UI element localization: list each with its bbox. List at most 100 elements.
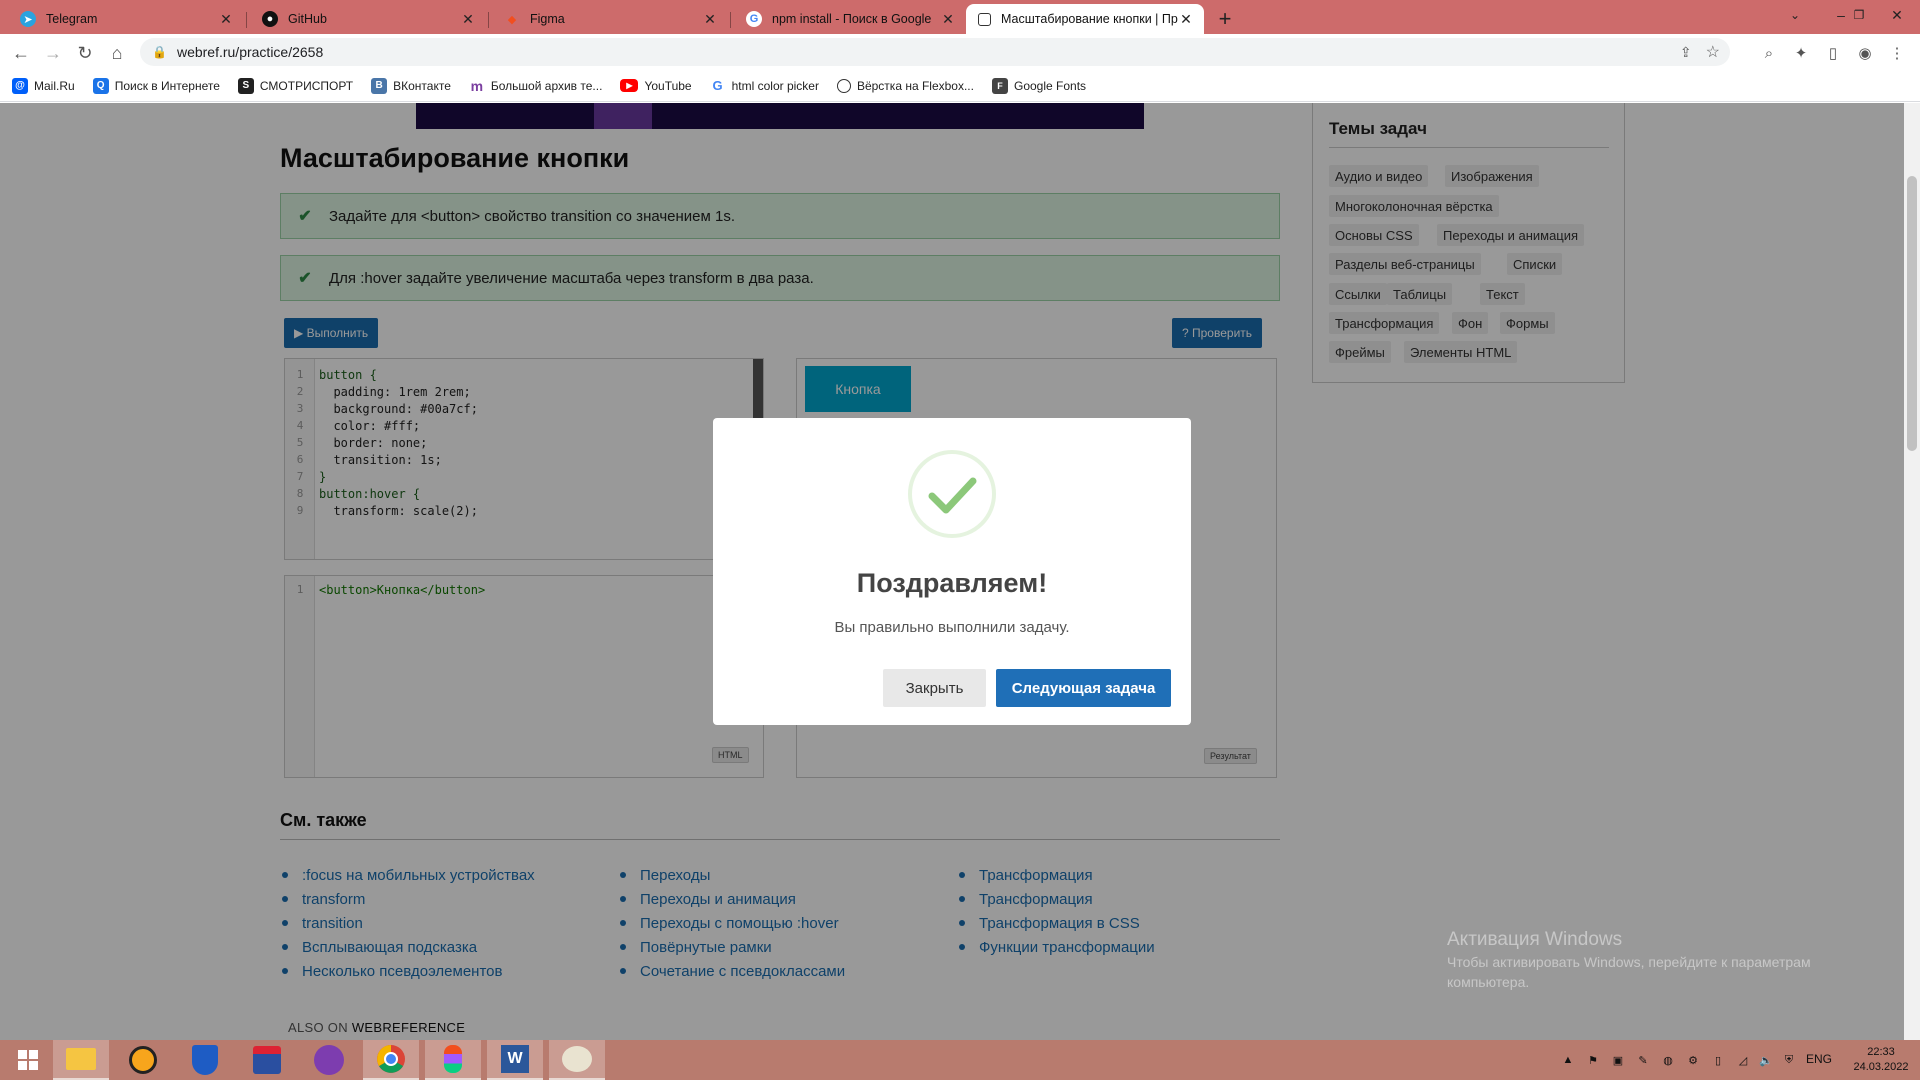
scrollbar-thumb[interactable] bbox=[1907, 176, 1917, 451]
menu-kebab-icon[interactable]: ⋮ bbox=[1884, 40, 1910, 66]
dialog-message: Вы правильно выполнили задачу. bbox=[834, 619, 1070, 636]
system-clock[interactable]: 22:33 24.03.2022 bbox=[1849, 1045, 1913, 1075]
tab-divider bbox=[730, 12, 731, 28]
close-button[interactable]: Закрыть bbox=[883, 669, 986, 707]
bookmark-label: Google Fonts bbox=[1013, 78, 1087, 93]
bookmark-label: Вёрстка на Flexbox... bbox=[856, 78, 974, 93]
tab-telegram[interactable]: ➤ Telegram ✕ bbox=[8, 4, 244, 34]
viber-icon[interactable] bbox=[301, 1040, 357, 1080]
bookmark-label: ВКонтакте bbox=[393, 78, 451, 93]
close-icon[interactable]: ✕ bbox=[940, 11, 956, 28]
forward-button[interactable]: → bbox=[40, 40, 66, 66]
tab-active-webref[interactable]: Масштабирование кнопки | Пр ✕ bbox=[966, 4, 1204, 34]
google-fonts-icon: F bbox=[991, 77, 1008, 94]
dialog-title: Поздравляем! bbox=[856, 568, 1048, 598]
wifi-icon[interactable]: ◿ bbox=[1735, 1052, 1751, 1068]
bookmark-color-picker[interactable]: Ghtml color picker bbox=[709, 77, 819, 94]
zoom-icon[interactable]: ⌕ bbox=[1756, 40, 1782, 66]
close-icon[interactable]: ✕ bbox=[1178, 11, 1194, 28]
tab-label: Figma bbox=[530, 12, 565, 26]
bookmark-label: СМОТРИСПОРТ bbox=[259, 78, 354, 93]
browser-tab-bar: ➤ Telegram ✕ ● GitHub ✕ ◆ Figma ✕ G npm … bbox=[0, 0, 1920, 34]
defender-icon[interactable] bbox=[177, 1040, 233, 1080]
tab-divider bbox=[488, 12, 489, 28]
bookmark-youtube[interactable]: ▶ YouTube bbox=[620, 78, 692, 93]
tab-divider bbox=[246, 12, 247, 28]
bookmark-search[interactable]: Q Поиск в Интернете bbox=[92, 77, 220, 94]
tab-label: Telegram bbox=[46, 12, 98, 26]
telegram-icon: ➤ bbox=[20, 11, 36, 27]
close-icon[interactable]: ✕ bbox=[702, 11, 718, 28]
extensions-icon[interactable]: ✦ bbox=[1788, 40, 1814, 66]
profile-avatar[interactable]: ◉ bbox=[1852, 40, 1878, 66]
avast-icon[interactable] bbox=[115, 1040, 171, 1080]
star-icon[interactable]: ☆ bbox=[1706, 42, 1720, 62]
bookmark-flexbox[interactable]: Вёрстка на Flexbox... bbox=[836, 78, 974, 93]
tray-battery-icon[interactable]: ▯ bbox=[1710, 1052, 1726, 1068]
windows-taskbar: W ▲ ⚑ ▣ ✎ ◍ ⚙ ▯ ◿ 🔈 ⛨ ENG 22:33 24.03.20… bbox=[0, 1040, 1920, 1080]
bookmark-label: Поиск в Интернете bbox=[114, 78, 220, 93]
tray-nvidia-icon[interactable]: ▣ bbox=[1610, 1052, 1626, 1068]
bookmark-smotrisport[interactable]: S СМОТРИСПОРТ bbox=[237, 77, 354, 94]
tray-app-icon[interactable]: ✎ bbox=[1635, 1052, 1651, 1068]
windows-activation-title: Активация Windows bbox=[1447, 929, 1623, 950]
tab-figma[interactable]: ◆ Figma ✕ bbox=[492, 4, 728, 34]
tray-drive-icon[interactable]: ▲ bbox=[1560, 1052, 1576, 1068]
floppy-icon[interactable] bbox=[239, 1040, 295, 1080]
window-close-button[interactable]: ✕ bbox=[1874, 0, 1920, 30]
windows-activation-text: Чтобы активировать Windows, перейдите к … bbox=[1447, 954, 1811, 990]
bookmark-label: Mail.Ru bbox=[34, 78, 75, 93]
figma-icon: ◆ bbox=[507, 13, 517, 26]
url-field[interactable]: 🔒 webref.ru/practice/2658 ⇪ ☆ bbox=[140, 38, 1730, 66]
smotrisport-icon: S bbox=[237, 77, 254, 94]
page-icon bbox=[978, 12, 991, 26]
next-task-button[interactable]: Следующая задача bbox=[996, 669, 1171, 707]
close-icon[interactable]: ✕ bbox=[218, 11, 234, 28]
bookmark-vk[interactable]: B ВКонтакте bbox=[371, 77, 451, 94]
home-button[interactable]: ⌂ bbox=[104, 40, 130, 66]
close-icon[interactable]: ✕ bbox=[460, 11, 476, 28]
paint-icon[interactable] bbox=[549, 1040, 605, 1080]
tab-github[interactable]: ● GitHub ✕ bbox=[250, 4, 486, 34]
bookmark-label: Большой архив те... bbox=[490, 78, 603, 93]
tray-app-icon[interactable]: ⚑ bbox=[1585, 1052, 1601, 1068]
tab-label: npm install - Поиск в Google bbox=[772, 12, 932, 26]
tray-app-icon[interactable]: ◍ bbox=[1660, 1052, 1676, 1068]
bookmark-google-fonts[interactable]: F Google Fonts bbox=[991, 77, 1087, 94]
url-text: webref.ru/practice/2658 bbox=[176, 44, 324, 60]
start-icon[interactable] bbox=[0, 1040, 56, 1080]
language-indicator[interactable]: ENG bbox=[1806, 1052, 1832, 1066]
tab-google-npm[interactable]: G npm install - Поиск в Google ✕ bbox=[734, 4, 966, 34]
sidepanel-icon[interactable]: ▯ bbox=[1820, 40, 1846, 66]
bookmark-archive[interactable]: m Большой архив те... bbox=[468, 77, 603, 94]
success-dialog: Поздравляем! Вы правильно выполнили зада… bbox=[713, 418, 1191, 725]
bookmarks-bar: @ Mail.Ru Q Поиск в Интернете S СМОТРИСПОРТ… bbox=[0, 70, 1920, 102]
address-bar-row: ← → ↻ ⌂ 🔒 webref.ru/practice/2658 ⇪ ☆ ⌕ … bbox=[0, 34, 1920, 70]
youtube-icon: ▶ bbox=[620, 79, 639, 92]
tab-label: Масштабирование кнопки | Пр bbox=[1001, 12, 1178, 26]
file-explorer-icon[interactable] bbox=[53, 1040, 109, 1080]
chrome-icon[interactable] bbox=[363, 1040, 419, 1080]
share-icon[interactable]: ⇪ bbox=[1680, 44, 1692, 61]
google-icon: G bbox=[746, 11, 762, 27]
archive-icon: m bbox=[468, 77, 485, 94]
tray-shield-icon[interactable]: ⛨ bbox=[1781, 1052, 1797, 1068]
back-button[interactable]: ← bbox=[8, 40, 34, 66]
reload-button[interactable]: ↻ bbox=[72, 40, 98, 66]
word-icon[interactable]: W bbox=[487, 1040, 543, 1080]
search-icon: Q bbox=[92, 77, 109, 94]
github-icon: ● bbox=[262, 11, 278, 27]
google-icon: G bbox=[709, 77, 726, 94]
figma-icon[interactable] bbox=[425, 1040, 481, 1080]
tray-app-icon[interactable]: ⚙ bbox=[1685, 1052, 1701, 1068]
clock-date: 24.03.2022 bbox=[1853, 1061, 1909, 1073]
mailru-icon: @ bbox=[12, 77, 28, 94]
new-tab-button[interactable]: + bbox=[1212, 6, 1238, 32]
tab-search-button[interactable]: ⌄ bbox=[1772, 0, 1818, 30]
tab-label: GitHub bbox=[288, 12, 327, 26]
success-check-icon bbox=[908, 450, 996, 538]
flexbox-icon bbox=[836, 78, 851, 93]
bookmark-mailru[interactable]: @ Mail.Ru bbox=[12, 77, 75, 94]
bookmark-label: YouTube bbox=[644, 78, 692, 93]
volume-icon[interactable]: 🔈 bbox=[1758, 1052, 1774, 1068]
